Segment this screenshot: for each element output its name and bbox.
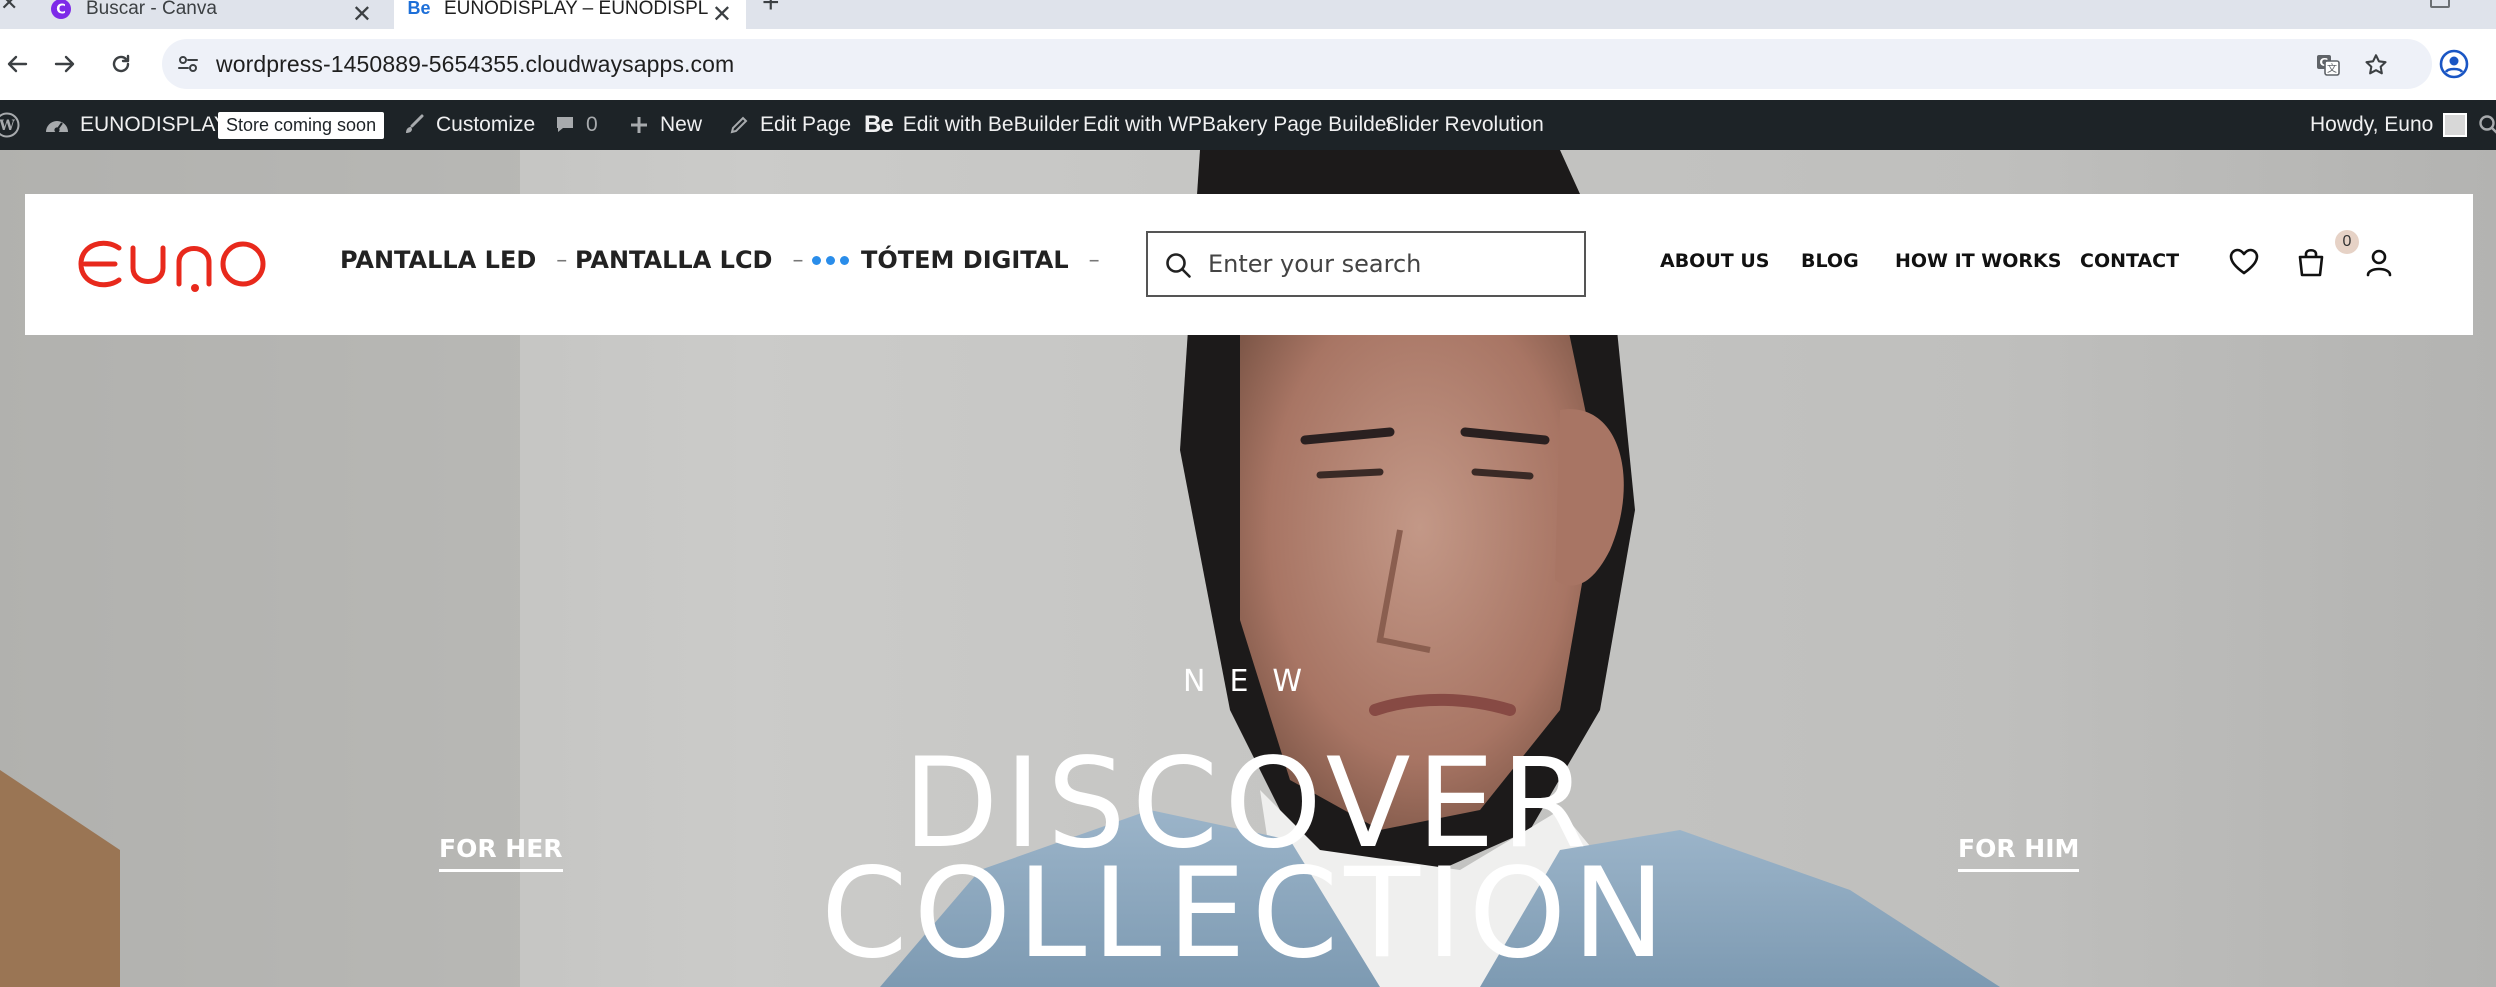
svg-text:文: 文 [2327, 62, 2337, 75]
bebuilder-favicon-icon: Be [407, 0, 431, 18]
avatar [2443, 113, 2468, 137]
site-header: PANTALLA LED – PANTALLA LCD – TÓTEM DIGI… [25, 194, 2473, 335]
submenu-indicator: – [556, 247, 568, 273]
svg-text:W: W [0, 118, 15, 134]
forward-icon[interactable] [48, 47, 82, 81]
browser-toolbar: wordpress-1450889-5654355.cloudwaysapps.… [0, 29, 2496, 100]
window-restore-icon[interactable] [2430, 0, 2450, 8]
search-box [1146, 231, 1586, 297]
submenu-indicator: – [792, 247, 804, 273]
for-her-link[interactable]: FOR HER [439, 834, 563, 872]
nav-pantalla-led[interactable]: PANTALLA LED – [340, 240, 567, 280]
svg-text:C: C [56, 2, 66, 17]
howdy-label: Howdy, Euno [2310, 113, 2434, 136]
search-input[interactable] [1208, 243, 1568, 285]
comment-bubble-icon [557, 117, 573, 132]
euno-logo[interactable] [75, 230, 275, 296]
dashboard-icon [46, 121, 68, 133]
edit-page-link[interactable]: Edit Page [728, 100, 851, 150]
submenu-indicator: – [1088, 247, 1100, 273]
bookmark-star-icon[interactable] [2362, 51, 2390, 79]
tab-title: EUNODISPLAY – EUNODISPL [444, 0, 709, 19]
nav-totem-digital[interactable]: TÓTEM DIGITAL – [812, 240, 1100, 280]
nav-label: TÓTEM DIGITAL [861, 246, 1069, 274]
edit-bebuilder-label: Edit with BeBuilder [902, 113, 1079, 136]
plus-icon [631, 117, 647, 133]
browser-tab-strip: ✕ C Buscar - Canva ✕ Be EUNODISPLAY – EU… [0, 0, 2496, 29]
account-user-icon[interactable] [2363, 246, 2395, 278]
edit-wpbakery-link[interactable]: Edit with WPBakery Page Builder [1083, 100, 1393, 150]
howdy-account-menu[interactable]: Howdy, Euno [2310, 100, 2468, 150]
profile-icon[interactable] [2438, 48, 2470, 80]
cart-count-badge: 0 [2335, 230, 2359, 254]
tab-close-icon[interactable]: ✕ [352, 0, 372, 29]
reload-icon[interactable] [104, 47, 138, 81]
canva-favicon-icon: C [50, 0, 72, 20]
edit-page-label: Edit Page [760, 113, 852, 136]
site-settings-icon[interactable] [176, 52, 200, 76]
tab-title: Buscar - Canva [86, 0, 217, 19]
wp-admin-bar: W EUNODISPLAY Store coming soon Customiz… [0, 100, 2496, 150]
nav-label: PANTALLA LED [340, 246, 537, 274]
new-content-link[interactable]: New [628, 100, 702, 150]
url-text: wordpress-1450889-5654355.cloudwaysapps.… [216, 51, 735, 77]
wordpress-logo-icon[interactable]: W [0, 100, 30, 150]
wishlist-heart-icon[interactable] [2228, 246, 2260, 278]
loading-dots-icon [812, 255, 849, 265]
slider-revolution-link[interactable]: Slider Revolution [1385, 100, 1544, 150]
new-label: New [660, 113, 703, 136]
customize-label: Customize [436, 113, 536, 136]
admin-site-name[interactable]: EUNODISPLAY [44, 100, 228, 150]
slider-revolution-label: Slider Revolution [1385, 113, 1544, 136]
address-bar[interactable]: wordpress-1450889-5654355.cloudwaysapps.… [162, 39, 2432, 89]
comments-count: 0 [586, 113, 598, 136]
pencil-icon [730, 116, 748, 134]
nav-label: PANTALLA LCD [575, 246, 773, 274]
search-icon[interactable] [1164, 251, 1192, 279]
nav-about-us[interactable]: ABOUT US [1660, 250, 1769, 272]
admin-search-icon[interactable] [2478, 100, 2496, 150]
store-badge-label: Store coming soon [218, 111, 385, 139]
tab-canva[interactable]: C Buscar - Canva ✕ [30, 0, 386, 29]
tab-eunodisplay[interactable]: Be EUNODISPLAY – EUNODISPL ✕ [394, 0, 746, 29]
close-icon[interactable]: ✕ [0, 0, 18, 16]
edit-bebuilder-link[interactable]: Be Edit with BeBuilder [864, 100, 1079, 150]
edit-wpbakery-label: Edit with WPBakery Page Builder [1083, 113, 1394, 136]
for-him-link[interactable]: FOR HIM [1958, 834, 2080, 872]
bebuilder-icon: Be [864, 111, 894, 138]
nav-contact[interactable]: CONTACT [2080, 250, 2179, 272]
nav-blog[interactable]: BLOG [1801, 250, 1859, 272]
nav-how-it-works[interactable]: HOW IT WORKS [1895, 250, 2061, 272]
hero-eyebrow: NEW [1183, 664, 1327, 699]
customize-link[interactable]: Customize [402, 100, 535, 150]
cart-bag-icon[interactable] [2295, 246, 2327, 278]
store-coming-soon-badge[interactable]: Store coming soon [218, 100, 385, 150]
translate-icon[interactable]: G文 [2314, 51, 2342, 79]
comments-link[interactable]: 0 [554, 100, 598, 150]
site-name-label: EUNODISPLAY [80, 113, 228, 136]
hero-headline-line-2: COLLECTION [821, 842, 1671, 986]
nav-pantalla-lcd[interactable]: PANTALLA LCD – [575, 240, 803, 280]
back-icon[interactable] [0, 47, 34, 81]
tab-close-icon[interactable]: ✕ [712, 0, 732, 29]
euno-logo-icon [78, 240, 266, 292]
paintbrush-icon [406, 114, 424, 133]
new-tab-icon[interactable]: + [762, 0, 780, 20]
